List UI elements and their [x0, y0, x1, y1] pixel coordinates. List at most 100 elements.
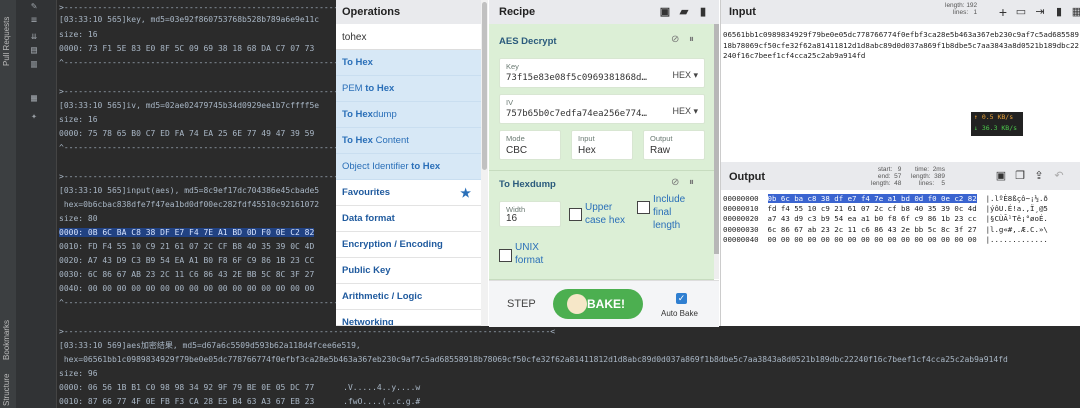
include-length-label: Include final length	[653, 193, 685, 232]
iv-field[interactable]: IV 757b65b0c7edfa74ea256e774… HEX ▾	[499, 94, 705, 124]
undo-icon[interactable]: ↶	[1053, 170, 1065, 182]
mode-value: CBC	[506, 145, 528, 156]
op-to-hex-content[interactable]: To Hex Content	[336, 128, 481, 154]
pin-icon[interactable]: ✦	[28, 112, 40, 122]
upper-case-checkbox[interactable]	[569, 208, 582, 221]
output-textarea[interactable]: 00000000 0b 6c ba c8 38 df e7 f4 7e a1 b…	[723, 194, 1080, 245]
pull-requests-tab[interactable]: Pull Requests	[2, 17, 11, 66]
console-line: 0030: 6C 86 67 AB 23 2C 11 C6 86 43 2E B…	[59, 270, 315, 279]
open-file-icon[interactable]: ⇥	[1034, 6, 1046, 18]
recipe-scrollbar[interactable]	[714, 24, 719, 279]
input-format-select[interactable]: Input Hex	[571, 130, 633, 160]
operations-search-input[interactable]: tohex	[336, 26, 481, 50]
layout-icon[interactable]: ▦	[28, 94, 40, 104]
auto-bake-label: Auto Bake	[661, 309, 698, 318]
trash-icon[interactable]: ▥	[28, 60, 40, 70]
input-stats: length: 192 lines: 1	[945, 2, 978, 16]
scroll-end-icon[interactable]: ⇊	[28, 32, 40, 42]
category-networking[interactable]: Networking	[336, 310, 481, 326]
step-button[interactable]: STEP	[507, 298, 536, 310]
op-match: To Hex	[342, 109, 373, 120]
copy-icon[interactable]: ❐	[1014, 170, 1026, 182]
width-value: 16	[506, 213, 518, 224]
save-icon[interactable]: ▣	[659, 6, 671, 18]
ide-side-strip: Pull Requests Bookmarks Structure	[0, 0, 16, 408]
console-line: 0000: 75 78 65 B0 C7 ED FA 74 EA 25 6E 7…	[59, 129, 315, 138]
operations-scrollbar[interactable]	[481, 0, 488, 326]
disable-icon[interactable]: ⊘	[671, 34, 679, 45]
replace-input-icon[interactable]: ⇪	[1033, 170, 1045, 182]
star-icon[interactable]: ★	[460, 180, 471, 206]
unix-format-checkbox[interactable]	[499, 249, 512, 262]
row-offset: 00000030	[723, 224, 759, 234]
op-text: dump	[372, 109, 397, 120]
row-offset: 00000000	[723, 194, 759, 203]
console-line: size: 80	[59, 214, 98, 223]
input-title: Input	[729, 6, 756, 18]
trash-icon[interactable]: ▮	[1053, 6, 1065, 18]
pause-icon[interactable]: ⏸	[689, 34, 694, 45]
input-header: Input length: 192 lines: 1 + ▭ ⇥ ▮ ▦	[721, 0, 1080, 24]
op-match: to Hex	[365, 83, 395, 94]
add-tab-icon[interactable]: +	[997, 5, 1009, 19]
row-offset: 00000040	[723, 234, 759, 244]
bake-button[interactable]: BAKE!	[553, 289, 643, 319]
console-line: >---------------------------------------…	[59, 327, 556, 336]
category-data-format[interactable]: Data format	[336, 206, 481, 232]
to-hexdump-block: To Hexdump ⊘ ⏸ Width 16 Upper case hex In…	[489, 171, 714, 280]
row-hex: a7 43 d9 c3 b9 54 ea a1 b0 f8 6f c9 86 1…	[767, 214, 977, 224]
category-favourites[interactable]: Favourites ★	[336, 180, 481, 206]
auto-bake-checkbox[interactable]: ✓	[676, 293, 687, 304]
wrench-icon[interactable]: ✎	[28, 2, 40, 12]
row-ascii: |ýôU.É!a.,Ï¸@5	[985, 204, 1048, 214]
op-pem-to-hex[interactable]: PEM to Hex	[336, 76, 481, 102]
save-icon[interactable]: ▣	[995, 170, 1007, 182]
op-to-hex[interactable]: To Hex	[336, 50, 481, 76]
input-textarea[interactable]: 06561bb1c0989834929f79be0e05dc778766774f…	[723, 30, 1079, 62]
category-encryption[interactable]: Encryption / Encoding	[336, 232, 481, 258]
console-line: [03:33:10 565]key, md5=03e92f860753768b5…	[59, 15, 320, 24]
bake-label: BAKE!	[587, 297, 625, 311]
selected-hex: 0b 6c ba c8 38 df e7 f4 7e a1 bd 0d f0 0…	[767, 194, 977, 203]
output-format-select[interactable]: Output Raw	[643, 130, 705, 160]
key-format-select[interactable]: HEX ▾	[672, 70, 698, 81]
op-to-hexdump[interactable]: To Hexdump	[336, 102, 481, 128]
mode-label: Mode	[506, 134, 525, 143]
pause-icon[interactable]: ⏸	[689, 177, 694, 188]
mode-select[interactable]: Mode CBC	[499, 130, 561, 160]
iv-format-select[interactable]: HEX ▾	[672, 106, 698, 117]
bookmarks-tab[interactable]: Bookmarks	[2, 320, 11, 360]
soft-wrap-icon[interactable]: ≡	[28, 16, 40, 26]
key-label: Key	[506, 62, 519, 71]
row-hex: 6c 86 67 ab 23 2c 11 c6 86 43 2e bb 5c 8…	[767, 224, 977, 234]
console-line: [03:33:10 565]input(aes), md5=8c9ef17dc7…	[59, 186, 320, 195]
op-oid-to-hex[interactable]: Object Identifier to Hex	[336, 154, 481, 180]
category-arithmetic[interactable]: Arithmetic / Logic	[336, 284, 481, 310]
scroll-thumb[interactable]	[714, 24, 719, 254]
trash-icon[interactable]: ▮	[697, 6, 709, 18]
upload-speed: ↑ 0.5 KB/s	[974, 113, 1014, 121]
output-row: 00000000 0b 6c ba c8 38 df e7 f4 7e a1 b…	[723, 194, 1080, 204]
iv-value: 757b65b0c7edfa74ea256e774…	[506, 109, 647, 119]
disable-icon[interactable]: ⊘	[671, 177, 679, 188]
cyberchef-window: Operations tohex To Hex PEM to Hex To He…	[336, 0, 1080, 327]
open-folder-icon[interactable]: ▭	[1015, 6, 1027, 18]
unix-format-label: UNIX format	[515, 241, 543, 267]
row-ascii: |l.g«#,.Æ.C.»\	[985, 224, 1048, 234]
folder-icon[interactable]: ▰	[678, 6, 690, 18]
key-field[interactable]: Key 73f15e83e08f5c0969381868d… HEX ▾	[499, 58, 705, 88]
category-public-key[interactable]: Public Key	[336, 258, 481, 284]
console-line: hex=0b6cbac838dfe7f47ea1bd0df00ec282fdf4…	[59, 200, 320, 209]
category-label: Favourites	[342, 187, 391, 198]
structure-tab[interactable]: Structure	[2, 374, 11, 406]
output-row: 00000020 a7 43 d9 c3 b9 54 ea a1 b0 f8 6…	[723, 214, 1080, 224]
scroll-thumb[interactable]	[482, 2, 487, 170]
unix-label-line: format	[515, 255, 544, 266]
include-length-checkbox[interactable]	[637, 201, 650, 214]
op-match: to Hex	[411, 161, 441, 172]
print-icon[interactable]: ▤	[28, 46, 40, 56]
width-field[interactable]: Width 16	[499, 201, 561, 227]
console-line: 0000: 73 F1 5E 83 E0 8F 5C 09 69 38 18 6…	[59, 44, 315, 53]
layout-icon[interactable]: ▦	[1071, 6, 1080, 18]
input-format-value: Hex	[578, 145, 596, 156]
